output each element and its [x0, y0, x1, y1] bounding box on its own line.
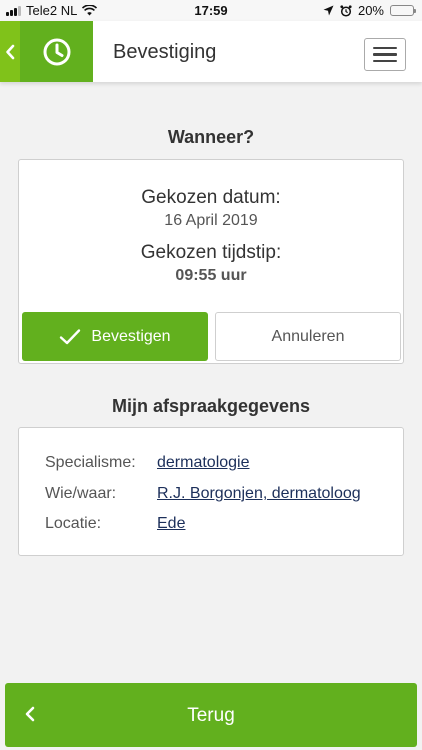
back-chevron-icon [6, 44, 15, 59]
page-title: Bevestiging [113, 41, 217, 63]
clock-button[interactable] [20, 21, 93, 82]
cancel-button-label: Annuleren [271, 327, 345, 345]
alarm-icon [340, 4, 352, 17]
date-value: 16 April 2019 [164, 212, 258, 229]
detail-key: Specialisme: [45, 454, 136, 471]
when-heading: Wanneer? [167, 127, 255, 147]
battery-percent: 20% [357, 3, 384, 18]
details-heading: Mijn afspraakgegevens [111, 396, 311, 416]
confirm-button-label: Bevestigen [91, 327, 171, 345]
header-back-button[interactable] [0, 21, 20, 82]
checkmark-icon [60, 328, 81, 344]
doctor-link[interactable]: R.J. Borgonjen, dermatoloog [157, 485, 361, 503]
detail-key: Wie/waar: [45, 485, 117, 502]
status-right: 20% [323, 3, 416, 18]
location-link[interactable]: Ede [157, 515, 185, 533]
app-header: Bevestiging [0, 21, 422, 82]
detail-row-who-where: Wie/waar: R.J. Borgonjen, dermatoloog [45, 485, 361, 503]
specialism-link[interactable]: dermatologie [157, 454, 250, 472]
detail-row-location: Locatie: Ede [45, 515, 185, 533]
back-button[interactable]: Terug [5, 683, 417, 747]
status-bar: Tele2 NL 17:59 20% [0, 0, 422, 21]
confirm-button[interactable]: Bevestigen [22, 312, 208, 361]
detail-key: Locatie: [45, 515, 102, 532]
appointment-time-card: Gekozen datum: 16 April 2019 Gekozen tij… [18, 159, 404, 364]
back-button-label: Terug [187, 705, 235, 726]
detail-row-specialism: Specialisme: dermatologie [45, 454, 250, 472]
location-icon [323, 5, 334, 16]
cancel-button[interactable]: Annuleren [215, 312, 401, 361]
clock-icon [43, 38, 70, 65]
appointment-details-card: Specialisme: dermatologie Wie/waar: R.J.… [18, 427, 404, 556]
date-label: Gekozen datum: [141, 187, 281, 208]
time-label: Gekozen tijdstip: [140, 242, 282, 263]
battery-icon [390, 5, 416, 16]
time-value: 09:55 uur [175, 267, 247, 284]
hamburger-menu-icon[interactable] [364, 38, 406, 71]
